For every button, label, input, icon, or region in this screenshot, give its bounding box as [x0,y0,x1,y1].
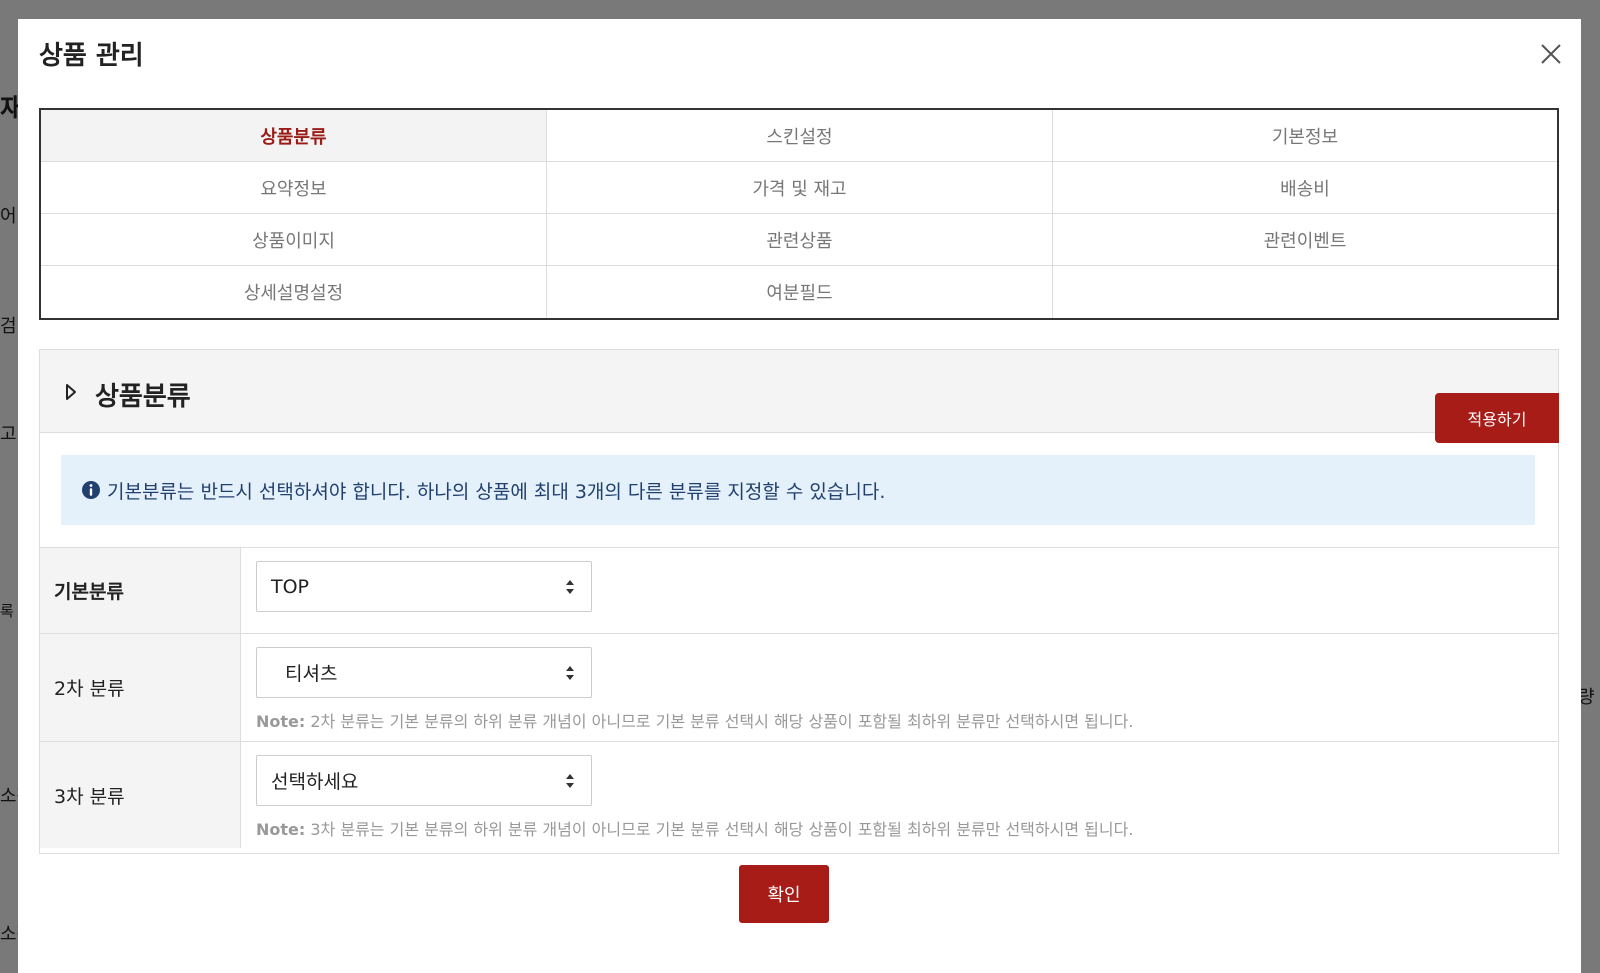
primary-category-select[interactable]: TOP [256,561,592,612]
confirm-button[interactable]: 확인 [739,865,829,923]
info-icon [82,481,100,499]
tab-skin-settings[interactable]: 스킨설정 [547,110,1053,162]
product-management-modal: 상품 관리 상품분류 스킨설정 기본정보 요약정보 가격 및 재고 배송비 상품… [18,19,1581,973]
primary-category-label: 기본분류 [40,548,241,633]
form-value: 선택하세요 Note: 3차 분류는 기본 분류의 하위 분류 개념이 아니므로… [241,742,1558,848]
tab-extra-fields[interactable]: 여분필드 [547,266,1053,318]
tertiary-category-note: Note: 3차 분류는 기본 분류의 하위 분류 개념이 아니므로 기본 분류… [256,816,1543,840]
select-arrows-icon [566,774,574,788]
note-prefix: Note: [256,712,306,731]
select-arrows-icon [566,580,574,594]
tab-basic-info[interactable]: 기본정보 [1053,110,1557,162]
secondary-category-note: Note: 2차 분류는 기본 분류의 하위 분류 개념이 아니므로 기본 분류… [256,708,1543,732]
secondary-category-select[interactable]: 티셔츠 [256,647,592,698]
category-form: 기본분류 TOP 2차 분류 티셔츠 Note: 2차 분류는 기본 분류의 하… [40,547,1558,848]
note-text: 2차 분류는 기본 분류의 하위 분류 개념이 아니므로 기본 분류 선택시 해… [310,712,1134,731]
triangle-right-icon [66,384,76,400]
info-notice: 기본분류는 반드시 선택하셔야 합니다. 하나의 상품에 최대 3개의 다른 분… [61,455,1535,525]
tab-empty [1053,266,1557,318]
tertiary-category-select[interactable]: 선택하세요 [256,755,592,806]
tab-related-products[interactable]: 관련상품 [547,214,1053,266]
select-value: 선택하세요 [271,771,359,793]
apply-button[interactable]: 적용하기 [1435,393,1559,443]
note-prefix: Note: [256,820,306,839]
close-button[interactable] [1539,42,1563,66]
modal-title: 상품 관리 [39,41,144,71]
select-arrows-icon [566,666,574,680]
tab-product-category[interactable]: 상품분류 [41,110,547,162]
tab-grid: 상품분류 스킨설정 기본정보 요약정보 가격 및 재고 배송비 상품이미지 관련… [39,108,1559,320]
select-value: TOP [271,575,310,598]
secondary-category-label: 2차 분류 [40,634,241,741]
close-icon [1541,44,1561,64]
section-title: 상품분류 [95,382,191,412]
tab-related-events[interactable]: 관련이벤트 [1053,214,1557,266]
tab-product-image[interactable]: 상품이미지 [41,214,547,266]
notice-text: 기본분류는 반드시 선택하셔야 합니다. 하나의 상품에 최대 3개의 다른 분… [107,480,886,503]
select-value: 티셔츠 [285,663,338,685]
category-section: 상품분류 적용하기 기본분류는 반드시 선택하셔야 합니다. 하나의 상품에 최… [39,349,1559,854]
note-text: 3차 분류는 기본 분류의 하위 분류 개념이 아니므로 기본 분류 선택시 해… [310,820,1134,839]
tertiary-category-label: 3차 분류 [40,742,241,848]
tab-shipping-fee[interactable]: 배송비 [1053,162,1557,214]
form-value: TOP [241,548,1558,633]
form-row-primary: 기본분류 TOP [40,547,1558,633]
form-row-secondary: 2차 분류 티셔츠 Note: 2차 분류는 기본 분류의 하위 분류 개념이 … [40,633,1558,741]
tab-detail-description[interactable]: 상세설명설정 [41,266,547,318]
form-value: 티셔츠 Note: 2차 분류는 기본 분류의 하위 분류 개념이 아니므로 기… [241,634,1558,741]
tab-summary-info[interactable]: 요약정보 [41,162,547,214]
tab-price-stock[interactable]: 가격 및 재고 [547,162,1053,214]
section-header: 상품분류 적용하기 [40,350,1559,443]
form-row-tertiary: 3차 분류 선택하세요 Note: 3차 분류는 기본 분류의 하위 분류 개념… [40,741,1558,848]
